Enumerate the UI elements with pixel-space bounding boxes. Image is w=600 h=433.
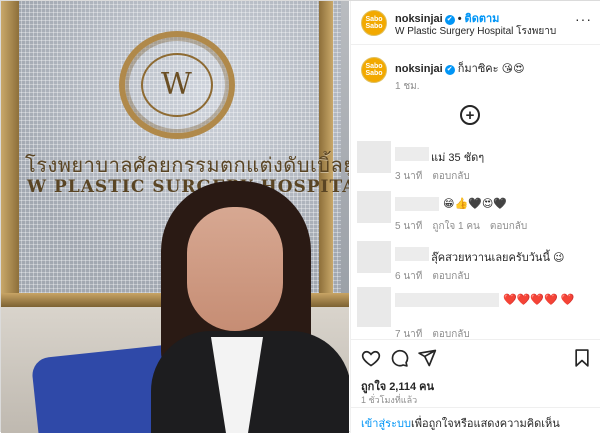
comment-time[interactable]: 3 นาที [395,171,422,182]
comment-meta: 7 นาที ตอบกลับ [395,327,480,337]
comment-meta: 6 นาที ตอบกลับ [395,269,480,284]
comment-icon[interactable] [389,348,409,368]
comment-text: 😁👍🖤😍🖤 [443,198,508,210]
comment-likes[interactable]: ถูกใจ 1 คน [432,221,480,232]
post-photo[interactable]: W โรงพยาบาลศัลยกรรมตกแต่งดับเบิ้ลยู W PL… [1,1,349,433]
load-more-comments-icon[interactable]: + [460,105,480,125]
comment-text: ลุ๊คสวยหวานเลยครับวันนี้ 😉 [431,252,565,264]
comment-avatar-blurred[interactable] [357,191,391,223]
comment-avatar-blurred[interactable] [357,287,391,327]
hospital-logo-letter: W [161,67,192,102]
login-link[interactable]: เข้าสู่ระบบ [361,418,411,430]
comment-reply-button[interactable]: ตอบกลับ [432,329,469,337]
post-side-panel: Sabo Sabo noksinjai ✔ • ติดตาม W Plastic Su… [350,1,600,433]
post-modal: W โรงพยาบาลศัลยกรรมตกแต่งดับเบิ้ลยู W PL… [0,0,600,433]
comment-username-blurred[interactable] [395,147,429,161]
caption-username[interactable]: noksinjai [395,63,443,75]
caption-author-avatar[interactable]: Sabo Sabo [361,57,387,83]
comment-username-blurred[interactable] [395,197,439,211]
send-icon[interactable] [417,348,437,368]
login-prompt-text: เพื่อถูกใจหรือแสดงความคิดเห็น [410,418,560,430]
heart-icon[interactable] [361,348,381,368]
comment-reply-button[interactable]: ตอบกลับ [432,171,469,182]
comment-meta: 5 นาที ถูกใจ 1 คน ตอบกลับ [395,219,537,234]
comment-reply-button[interactable]: ตอบกลับ [432,271,469,282]
comment-text: แม่ 35 ชัดๆ [431,152,485,164]
post-location[interactable]: W Plastic Surgery Hospital โรงพยาบ [395,24,556,39]
bookmark-icon[interactable] [572,348,592,368]
gold-pillar-left [1,1,19,311]
posted-time[interactable]: 1 ชั่วโมงที่แล้ว [361,393,417,407]
comment-avatar-blurred[interactable] [357,141,391,173]
login-prompt: เข้าสู่ระบบเพื่อถูกใจหรือแสดงความคิดเห็น [351,407,600,433]
comment-username-blurred[interactable] [395,293,499,307]
author-avatar[interactable]: Sabo Sabo [361,10,387,36]
comment-username-blurred[interactable] [395,247,429,261]
caption-text: ก็มาซิคะ 😘😍 [457,63,525,75]
comment-time[interactable]: 6 นาที [395,271,422,282]
post-actions-bar [351,339,600,375]
comment-time[interactable]: 5 นาที [395,221,422,232]
person-face [187,207,283,331]
more-options-icon[interactable]: ··· [575,11,592,27]
post-caption: Sabo Sabo noksinjai ✔ ก็มาซิคะ 😘😍 1 ชม. [351,53,600,103]
comment-text: ❤️❤️❤️❤️ ❤️ [503,294,575,306]
comment-avatar-blurred[interactable] [357,241,391,273]
comment-reply-button[interactable]: ตอบกลับ [490,221,527,232]
comment-time[interactable]: 7 นาที [395,329,422,337]
comment-meta: 3 นาที ตอบกลับ [395,169,480,184]
post-header: Sabo Sabo noksinjai ✔ • ติดตาม W Plastic Su… [351,1,600,45]
comment-list: แม่ 35 ชัดๆ 3 นาที ตอบกลับ 😁👍🖤😍🖤 5 นาที ถู… [351,139,600,337]
verified-badge-icon: ✔ [444,65,455,75]
caption-time[interactable]: 1 ชม. [395,79,420,94]
caption-line: noksinjai ✔ ก็มาซิคะ 😘😍 [395,59,525,77]
